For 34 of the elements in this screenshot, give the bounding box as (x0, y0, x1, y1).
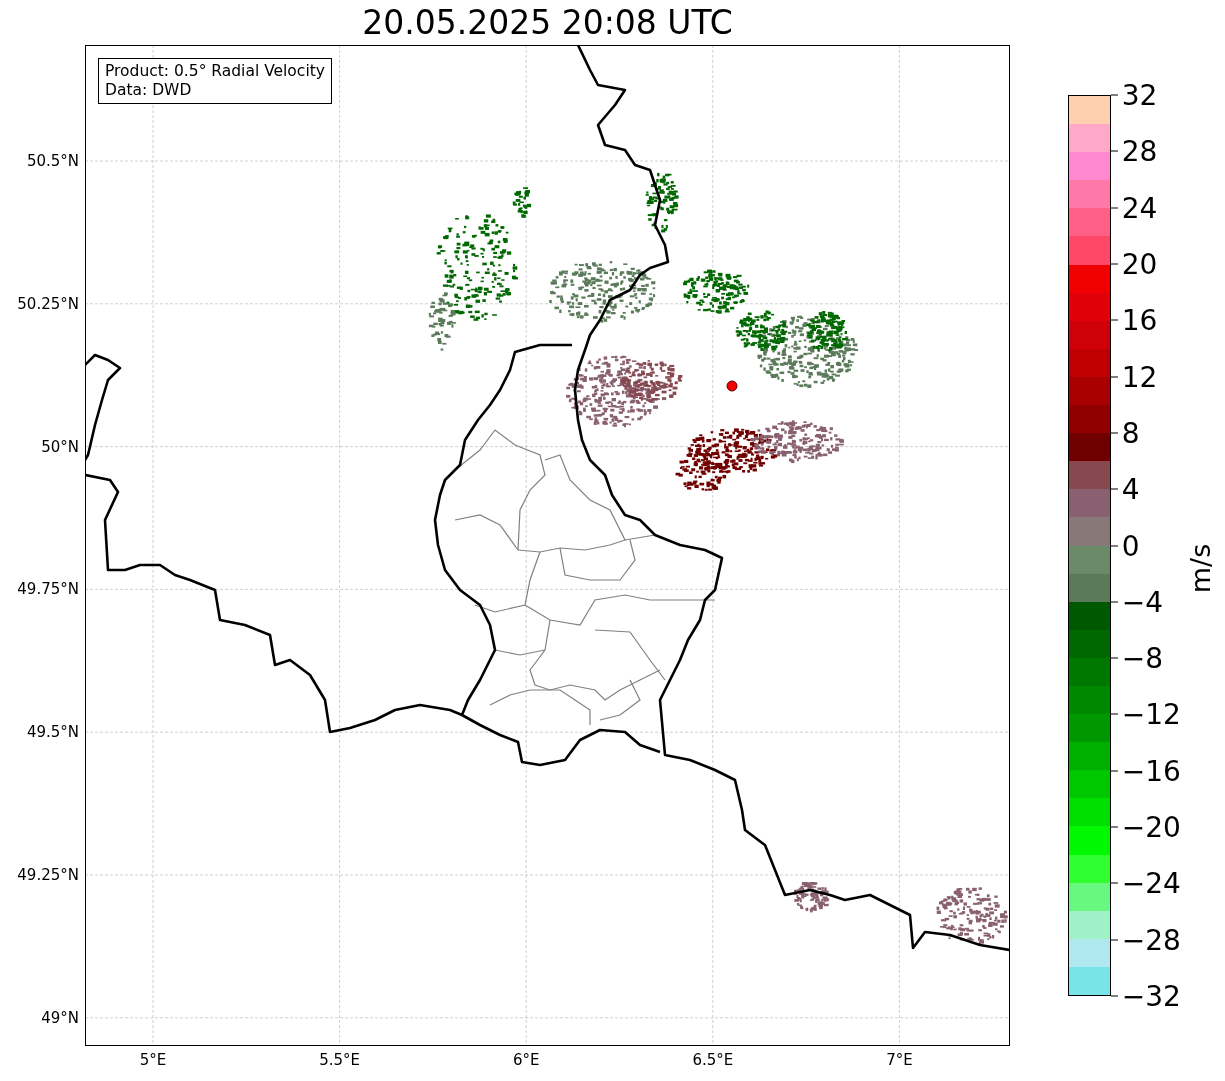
colorbar-tick-label: 32 (1121, 78, 1158, 112)
colorbar-tick-label: 16 (1121, 303, 1158, 337)
colorbar-unit-label: m/s (1184, 543, 1216, 593)
colorbar-tick-label: −28 (1121, 923, 1181, 957)
latitude-label: 49.75°N (17, 580, 79, 599)
latitude-label: 49°N (41, 1008, 79, 1027)
colorbar-tick-label: 8 (1121, 416, 1140, 450)
latitude-label: 50.5°N (26, 152, 79, 170)
chart-title: 20.05.2025 20:08 UTC (361, 3, 734, 42)
colorbar-tick-label: −16 (1121, 754, 1181, 788)
colorbar-tick-label: 12 (1121, 360, 1158, 394)
colorbar-tick-label: 20 (1121, 247, 1158, 281)
colorbar-tick-label: −24 (1121, 866, 1181, 900)
colorbar-tick-label: 28 (1121, 134, 1158, 168)
legend-text: Product: 0.5° Radial Velocity (105, 62, 325, 81)
legend-text: Data: DWD (105, 81, 193, 100)
colorbar-tick-label: −32 (1121, 979, 1181, 1013)
longitude-label: 6.5°E (692, 1051, 734, 1069)
longitude-label: 5.5°E (319, 1051, 360, 1069)
longitude-label: 6°E (512, 1051, 540, 1069)
longitude-label: 5°E (139, 1051, 167, 1069)
colorbar-tick-label: 24 (1121, 191, 1158, 225)
colorbar-tick-label: −4 (1121, 585, 1164, 619)
colorbar-tick-label: −20 (1121, 810, 1181, 844)
colorbar-tick-label: 0 (1121, 529, 1140, 562)
colorbar-tick-label: −8 (1121, 641, 1164, 675)
colorbar-tick-label: 4 (1121, 472, 1140, 506)
radar-site-marker (726, 380, 738, 392)
latitude-label: 50°N (41, 437, 79, 456)
latitude-label: 49.25°N (17, 866, 79, 884)
colorbar-tick-label: −12 (1121, 697, 1181, 731)
longitude-label: 7°E (886, 1051, 913, 1069)
latitude-label: 50.25°N (17, 294, 79, 313)
latitude-label: 49.5°N (26, 723, 79, 742)
